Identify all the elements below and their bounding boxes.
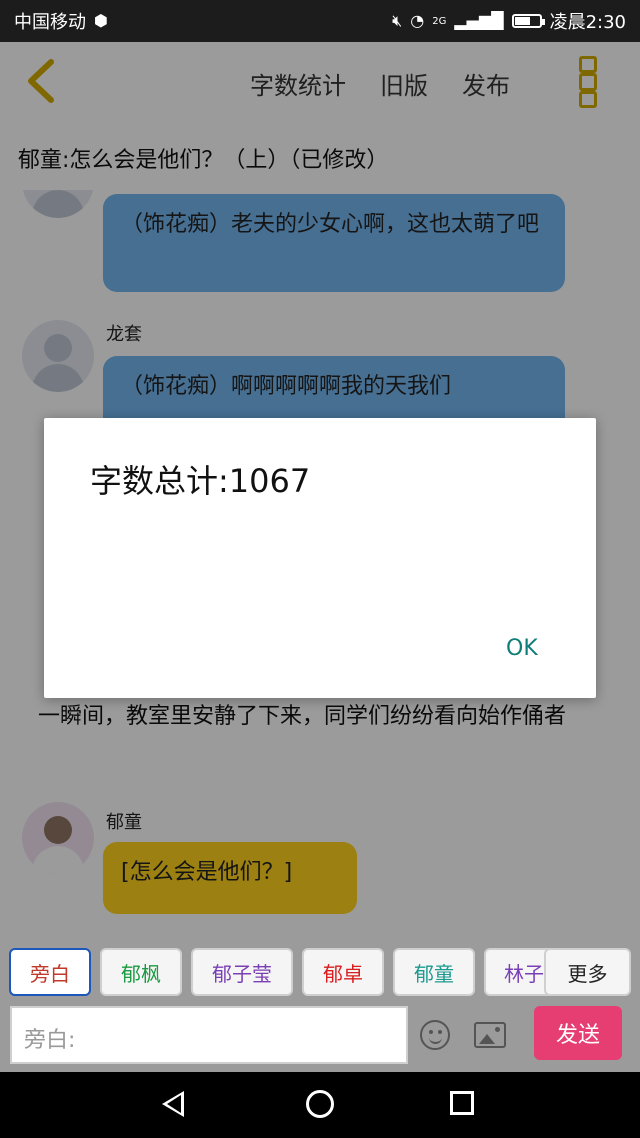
character-chip[interactable]: 郁童 — [393, 948, 475, 996]
network-type: 2G — [432, 15, 447, 27]
nav-home-icon[interactable] — [306, 1090, 334, 1118]
message-input[interactable]: 旁白: — [10, 1006, 408, 1064]
character-chip[interactable]: 郁枫 — [100, 948, 182, 996]
send-button[interactable]: 发送 — [534, 1006, 622, 1060]
character-chip-narrator[interactable]: 旁白 — [9, 948, 91, 996]
dialog-message: 字数总计:1067 — [90, 462, 311, 500]
nav-recents-icon[interactable] — [450, 1091, 474, 1115]
carrier-label: 中国移动 — [14, 12, 86, 33]
status-bar: 中国移动 ⬢ 🔇︎ ◔ 2G ▂▄▆█ 凌晨2:30 — [0, 0, 640, 42]
image-icon[interactable] — [474, 1022, 506, 1048]
character-bar: 旁白 郁枫 郁子莹 郁卓 郁童 林子 更多 — [0, 948, 640, 1000]
notification-icon: ⬢ — [94, 11, 108, 30]
more-characters-button[interactable]: 更多 — [544, 948, 631, 996]
wifi-icon: ◔ — [410, 11, 425, 30]
nav-back-icon[interactable] — [162, 1091, 184, 1117]
signal-icon: ▂▄▆█ — [454, 11, 504, 30]
system-nav-bar — [0, 1072, 640, 1138]
battery-icon — [511, 14, 545, 28]
character-chip[interactable]: 郁卓 — [302, 948, 384, 996]
word-count-dialog: 字数总计:1067 OK — [44, 418, 596, 698]
clock: 凌晨2:30 — [549, 12, 626, 33]
character-chip[interactable]: 郁子莹 — [191, 948, 293, 996]
mute-icon: 🔇︎ — [392, 11, 403, 30]
input-row: 旁白: 发送 — [0, 1002, 640, 1068]
emoji-icon[interactable] — [420, 1020, 450, 1050]
ok-button[interactable]: OK — [500, 632, 544, 665]
